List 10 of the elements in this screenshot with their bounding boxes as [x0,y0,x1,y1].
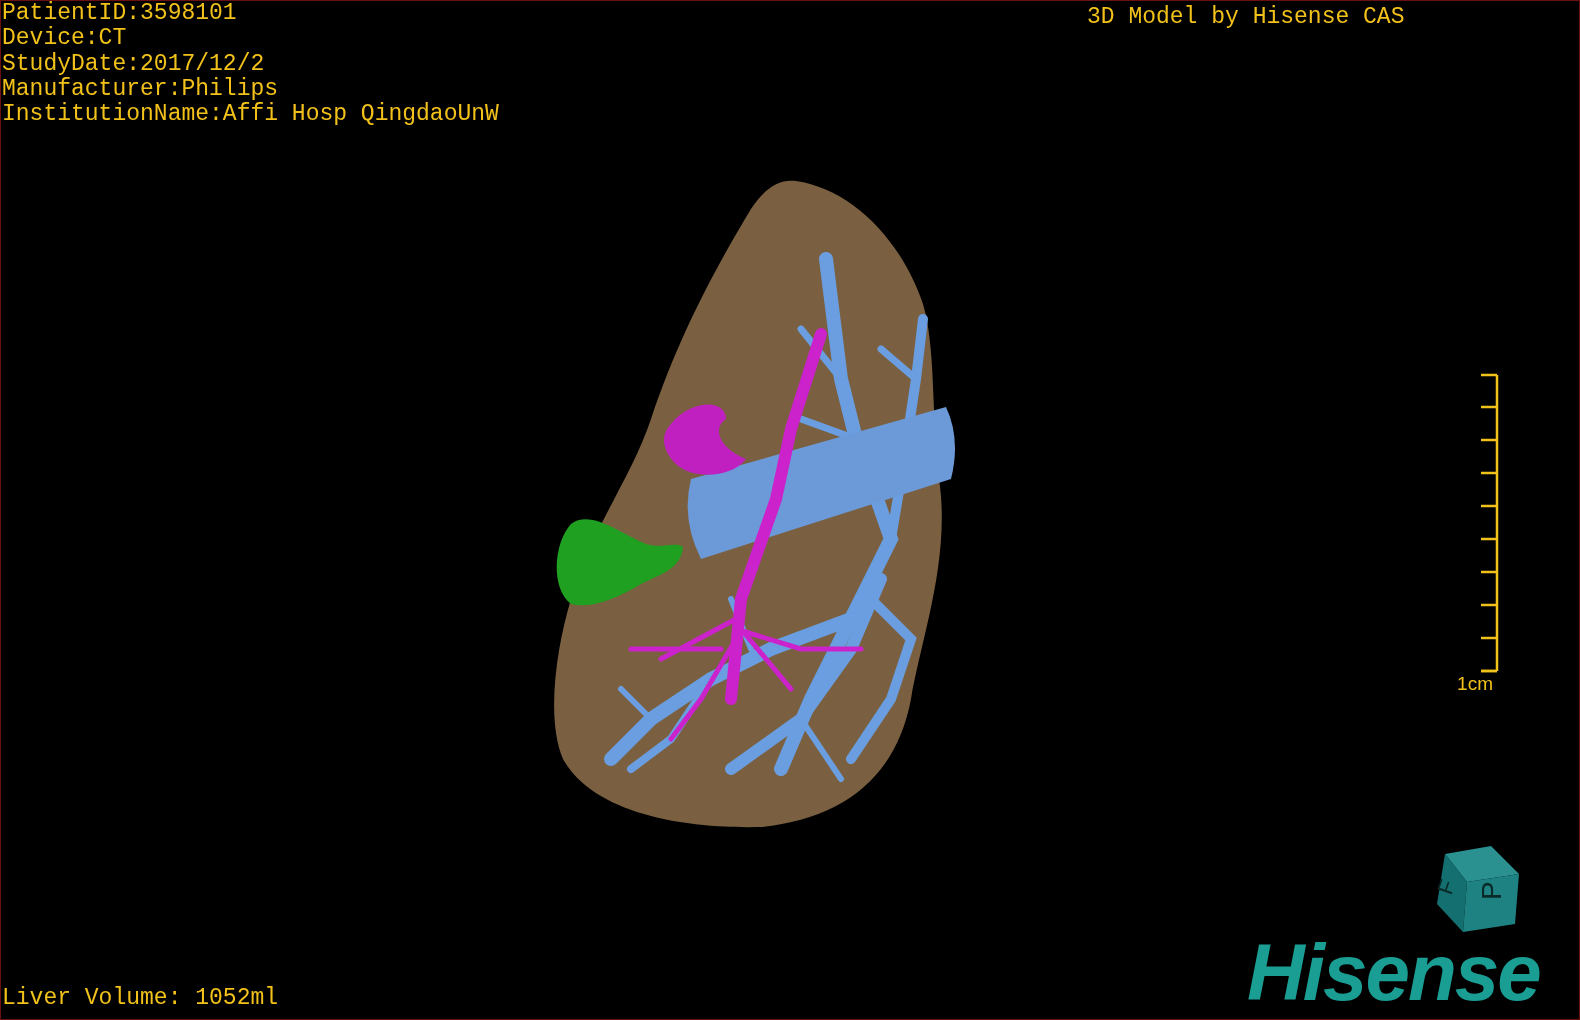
dicom-info-text: Device:CT [2,26,128,52]
dicom-info-text: PatientID:3598101 [2,1,238,26]
model-title: 3D Model by Hisense CAS [1087,4,1405,30]
logo: Hisense [1247,933,1540,1013]
dicom-info-text: InstitutionName:Affi Hosp QingdaoUnW [2,102,499,128]
liver-volume-text: Liver Volume: 1052ml [2,985,279,1011]
scale-label: 1cm [1457,673,1493,695]
dicom-info-text: StudyDate:2017/12/2 [2,51,266,77]
dicom-info-text: Manufacturer:Philips [2,76,280,102]
orientation-cube[interactable]: F P [1432,846,1519,932]
